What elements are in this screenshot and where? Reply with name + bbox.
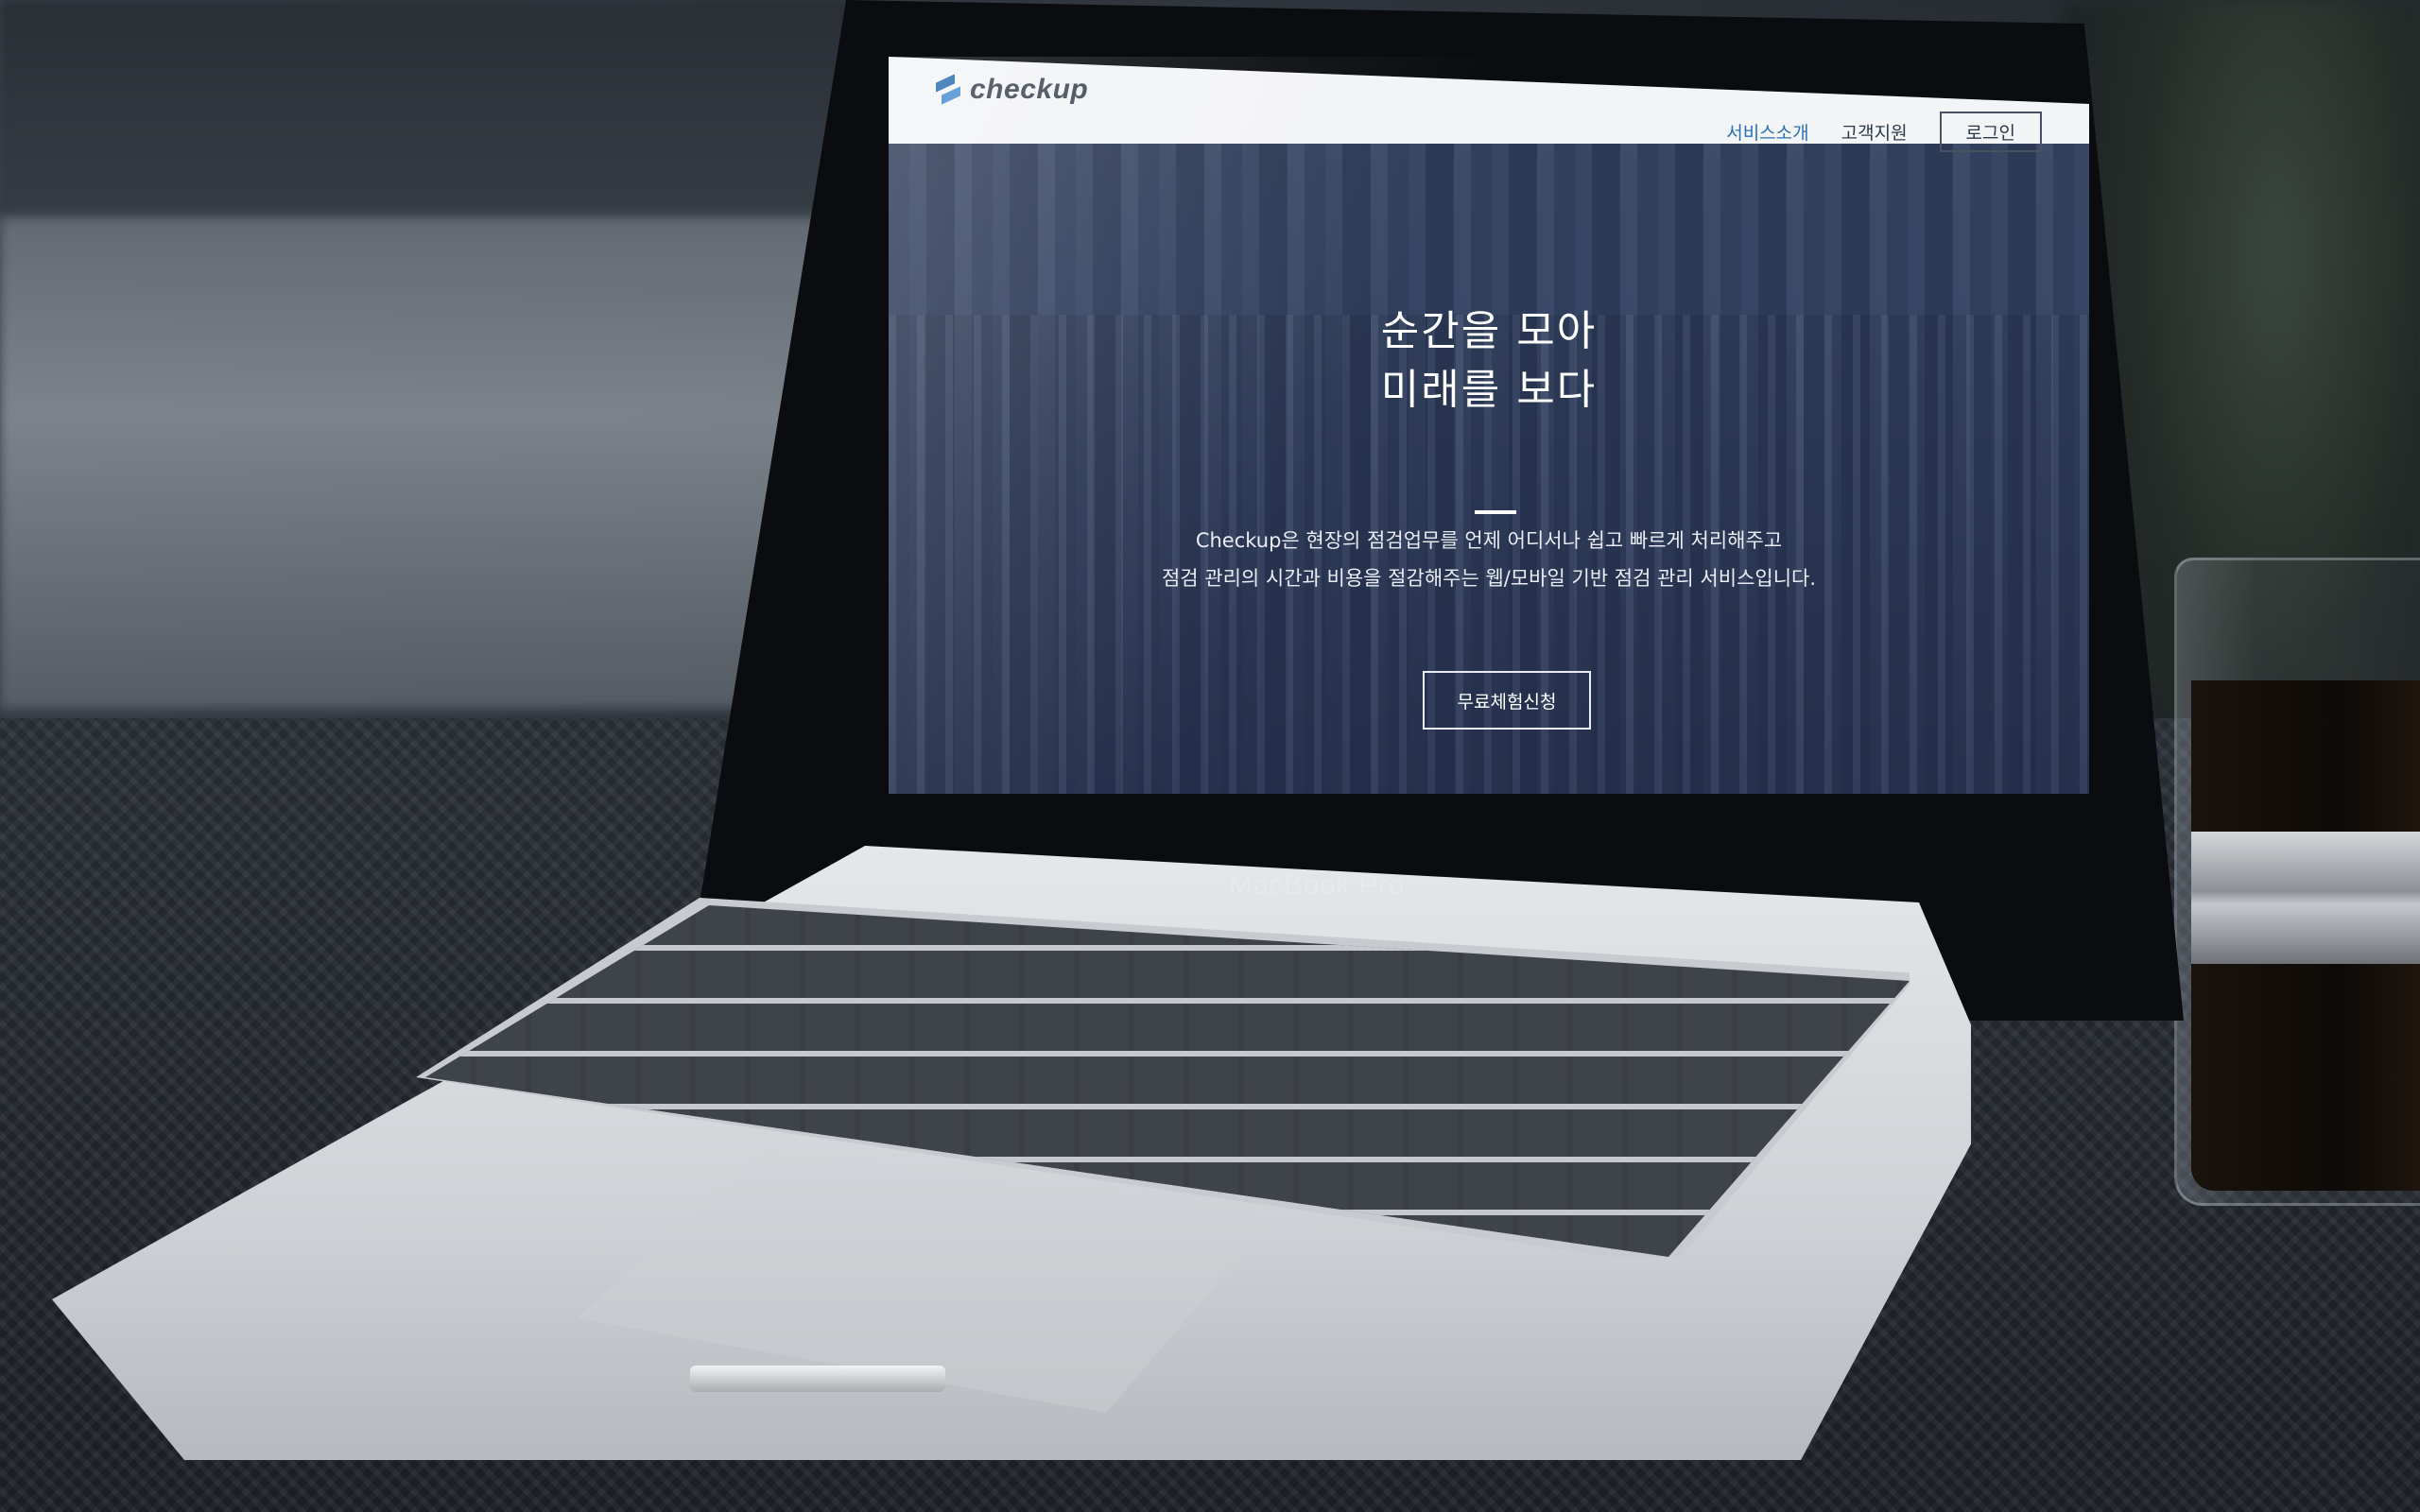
checkup-logo-icon: [936, 77, 960, 103]
nav-item-customer-support[interactable]: 고객지원: [1841, 119, 1908, 145]
coffee-glass-band: [2191, 832, 2420, 964]
laptop-brand-label: MacBook Pro: [1229, 869, 1405, 901]
site-logo[interactable]: checkup: [936, 74, 1088, 106]
background-sofa: [0, 217, 851, 709]
hero-description: Checkup은 현장의 점검업무를 언제 어디서나 쉽고 빠르게 처리해주고 …: [889, 522, 2089, 597]
hero-title-line1: 순간을 모아: [1380, 307, 1598, 355]
hero-desc-line1: Checkup은 현장의 점검업무를 언제 어디서나 쉽고 빠르게 처리해주고: [1195, 529, 1783, 552]
nav-item-service-intro[interactable]: 서비스소개: [1726, 119, 1808, 145]
hero-title: 순간을 모아 미래를 보다: [889, 302, 2089, 420]
hero-divider: [1475, 510, 1516, 514]
login-button[interactable]: 로그인: [1939, 112, 2042, 152]
site-nav: 서비스소개 고객지원 로그인: [1726, 112, 2042, 152]
hero-desc-line2: 점검 관리의 시간과 비용을 절감해주는 웹/모바일 기반 점검 관리 서비스입…: [1161, 567, 1817, 590]
hero-title-line2: 미래를 보다: [1380, 366, 1598, 414]
laptop-screen: checkup 서비스소개 고객지원 로그인 순간을 모아 미래를 보다 Che…: [889, 57, 2089, 794]
free-trial-button[interactable]: 무료체험신청: [1423, 671, 1591, 730]
laptop-lid-notch: [690, 1366, 945, 1392]
logo-text: checkup: [970, 74, 1089, 105]
